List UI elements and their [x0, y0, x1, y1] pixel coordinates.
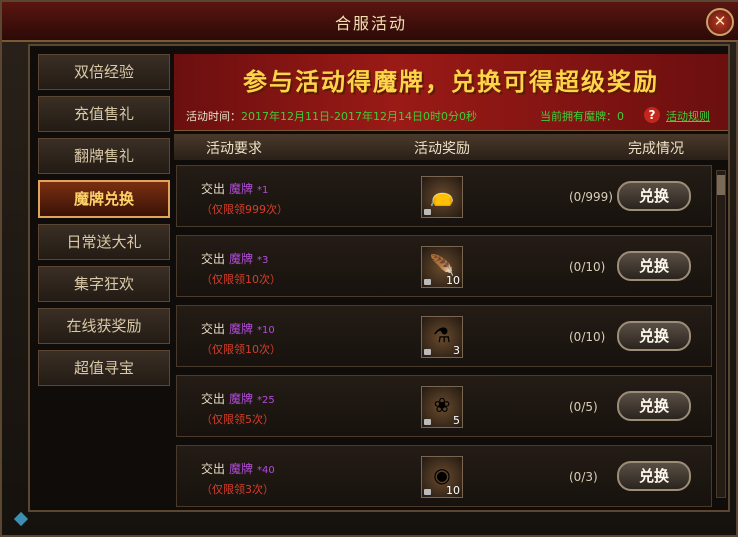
reward-count: 5 — [453, 414, 460, 427]
reward-slot[interactable]: 👝 — [421, 176, 463, 218]
window-frame: 合服活动 ✕ 双倍经验 充值售礼 翻牌售礼 魔牌兑换 日常送大礼 集字狂欢 在线… — [0, 0, 738, 537]
bag-icon: 👝 — [429, 183, 455, 207]
list-scrollbar[interactable] — [716, 170, 726, 498]
exchange-button[interactable]: 兑换 — [617, 181, 691, 211]
limit-text: （仅限领3次） — [201, 483, 274, 496]
progress-text: (0/999) — [569, 190, 613, 204]
lock-icon — [424, 209, 431, 215]
requirement-item: 魔牌 — [229, 252, 254, 266]
progress-text: (0/10) — [569, 260, 606, 274]
banner-title: 参与活动得魔牌，兑换可得超级奖励 — [243, 68, 659, 96]
exchange-button[interactable]: 兑换 — [617, 321, 691, 351]
requirement-qty: *40 — [257, 465, 275, 476]
exchange-row: 交出 魔牌 *1 （仅限领999次） 👝 (0/999) 兑换 — [176, 165, 712, 227]
requirement-prefix: 交出 — [201, 182, 226, 196]
requirement-qty: *10 — [257, 325, 275, 336]
requirement-item: 魔牌 — [229, 462, 254, 476]
lock-icon — [424, 419, 431, 425]
corner-ornament-icon — [13, 511, 29, 527]
requirement-text: 交出 魔牌 *10 — [201, 320, 275, 337]
lock-icon — [424, 489, 431, 495]
sidebar-item-magic-card-exchange[interactable]: 魔牌兑换 — [38, 180, 170, 218]
sidebar-item-double-exp[interactable]: 双倍经验 — [38, 54, 170, 90]
requirement-qty: *1 — [257, 185, 269, 196]
limit-text: （仅限领10次） — [201, 273, 281, 286]
reward-slot[interactable]: ⚗ 3 — [421, 316, 463, 358]
close-button[interactable]: ✕ — [706, 8, 734, 36]
limit-text: （仅限领10次） — [201, 343, 281, 356]
sidebar-item-recharge-gift[interactable]: 充值售礼 — [38, 96, 170, 132]
requirement-text: 交出 魔牌 *1 — [201, 180, 268, 197]
requirement-prefix: 交出 — [201, 322, 226, 336]
sidebar-item-word-collect[interactable]: 集字狂欢 — [38, 266, 170, 302]
table-header: 活动要求 活动奖励 完成情况 — [174, 134, 728, 160]
sidebar-item-online-reward[interactable]: 在线获奖励 — [38, 308, 170, 344]
column-header-requirement: 活动要求 — [206, 141, 262, 157]
limit-text: （仅限领5次） — [201, 413, 274, 426]
title-bar: 合服活动 ✕ — [2, 2, 738, 42]
reward-count: 3 — [453, 344, 460, 357]
progress-text: (0/5) — [569, 400, 598, 414]
requirement-qty: *3 — [257, 255, 269, 266]
requirement-text: 交出 魔牌 *40 — [201, 460, 275, 477]
event-time-value: 2017年12月11日-2017年12月14日0时0分0秒 — [241, 110, 477, 123]
scrollbar-thumb[interactable] — [717, 175, 725, 195]
event-time-label: 活动时间： — [186, 110, 241, 123]
reward-slot[interactable]: ❀ 5 — [421, 386, 463, 428]
lock-icon — [424, 279, 431, 285]
exchange-button[interactable]: 兑换 — [617, 251, 691, 281]
requirement-prefix: 交出 — [201, 462, 226, 476]
requirement-text: 交出 魔牌 *25 — [201, 390, 275, 407]
exchange-list: 交出 魔牌 *1 （仅限领999次） 👝 (0/999) 兑换 交出 魔牌 *3 （仅限… — [176, 165, 712, 515]
requirement-item: 魔牌 — [229, 322, 254, 336]
requirement-prefix: 交出 — [201, 252, 226, 266]
reward-slot[interactable]: ◉ 10 — [421, 456, 463, 498]
progress-text: (0/3) — [569, 470, 598, 484]
sidebar-item-daily-gift[interactable]: 日常送大礼 — [38, 224, 170, 260]
progress-text: (0/10) — [569, 330, 606, 344]
reward-count: 10 — [446, 484, 460, 497]
exchange-button[interactable]: 兑换 — [617, 391, 691, 421]
sidebar: 双倍经验 充值售礼 翻牌售礼 魔牌兑换 日常送大礼 集字狂欢 在线获奖励 超值寻… — [38, 54, 170, 392]
requirement-text: 交出 魔牌 *3 — [201, 250, 268, 267]
requirement-item: 魔牌 — [229, 392, 254, 406]
exchange-row: 交出 魔牌 *3 （仅限领10次） 🪶 10 (0/10) 兑换 — [176, 235, 712, 297]
requirement-prefix: 交出 — [201, 392, 226, 406]
requirement-qty: *25 — [257, 395, 275, 406]
help-icon[interactable]: ? — [644, 107, 660, 123]
column-header-reward: 活动奖励 — [414, 141, 470, 157]
exchange-button[interactable]: 兑换 — [617, 461, 691, 491]
event-time: 活动时间：2017年12月11日-2017年12月14日0时0分0秒 — [186, 108, 477, 124]
event-rules-link[interactable]: 活动规则 — [666, 108, 710, 124]
event-banner: 参与活动得魔牌，兑换可得超级奖励 活动时间：2017年12月11日-2017年1… — [174, 54, 728, 131]
sidebar-item-flip-card-gift[interactable]: 翻牌售礼 — [38, 138, 170, 174]
exchange-row: 交出 魔牌 *25 （仅限领5次） ❀ 5 (0/5) 兑换 — [176, 375, 712, 437]
limit-text: （仅限领999次） — [201, 203, 288, 216]
exchange-row: 交出 魔牌 *40 （仅限领3次） ◉ 10 (0/3) 兑换 — [176, 445, 712, 507]
reward-slot[interactable]: 🪶 10 — [421, 246, 463, 288]
exchange-row: 交出 魔牌 *10 （仅限领10次） ⚗ 3 (0/10) 兑换 — [176, 305, 712, 367]
reward-count: 10 — [446, 274, 460, 287]
column-header-status: 完成情况 — [628, 141, 684, 157]
lock-icon — [424, 349, 431, 355]
window-title: 合服活动 — [334, 14, 407, 33]
sidebar-item-treasure-hunt[interactable]: 超值寻宝 — [38, 350, 170, 386]
magic-card-count: 当前拥有魔牌：0 — [540, 110, 624, 123]
requirement-item: 魔牌 — [229, 182, 254, 196]
